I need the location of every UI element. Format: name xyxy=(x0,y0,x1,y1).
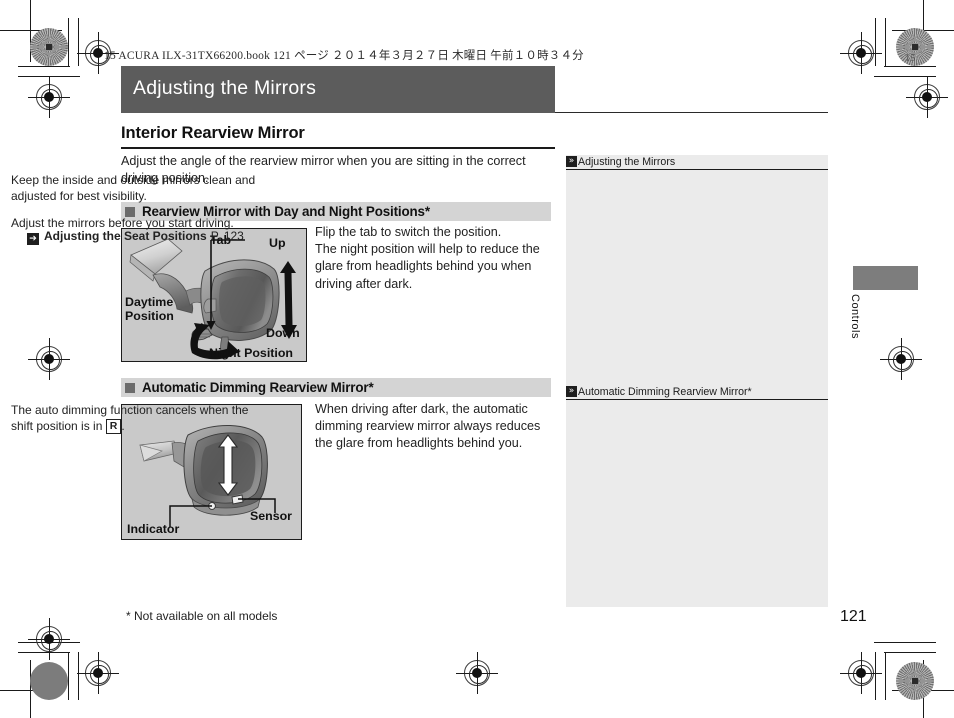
registration-mark-bottom-right xyxy=(840,652,882,694)
side-note-text-after: . xyxy=(121,419,125,434)
side-note-heading-adjusting-mirrors: » Adjusting the Mirrors xyxy=(566,155,828,168)
subsection-heading-label: Automatic Dimming Rearview Mirror* xyxy=(142,380,374,395)
page-number: 121 xyxy=(840,608,867,625)
chapter-title-bar: Adjusting the Mirrors xyxy=(121,66,555,113)
chapter-title-rule xyxy=(555,112,828,113)
registration-mark-bottom-center-2 xyxy=(456,652,498,694)
figure-label-night-position: Night Position xyxy=(209,346,293,360)
print-slug-corner-number: 15 xyxy=(905,53,916,64)
page-title: Interior Rearview Mirror xyxy=(121,124,305,142)
double-chevron-icon: » xyxy=(566,386,577,397)
arrow-right-icon: ➔ xyxy=(27,233,39,245)
side-note-heading-label: Adjusting the Mirrors xyxy=(578,155,676,168)
side-note-paragraph-auto-dimming: The auto dimming function cancels when t… xyxy=(11,402,261,435)
side-note-cross-reference[interactable]: ➔ Adjusting the Seat Positions P. 123 xyxy=(11,228,261,245)
side-note-text-before: The auto dimming function cancels when t… xyxy=(11,403,249,434)
figure-label-indicator: Indicator xyxy=(127,522,180,536)
page-title-rule xyxy=(121,147,555,149)
chapter-thumb-tab xyxy=(853,266,918,290)
registration-mark-right-middle xyxy=(880,338,922,380)
figure-rearview-mirror-day-night: Tab Up Down Daytime Position Night Posit… xyxy=(121,228,307,362)
cross-reference-label: Adjusting the Seat Positions xyxy=(44,229,207,243)
registration-mark-top-left xyxy=(28,76,70,118)
double-chevron-icon: » xyxy=(566,156,577,167)
shift-position-r-badge: R xyxy=(105,419,122,435)
registration-mark-right-upper xyxy=(906,76,948,118)
body-text-day-night: Flip the tab to switch the position. The… xyxy=(315,225,540,291)
chapter-title: Adjusting the Mirrors xyxy=(133,77,317,99)
body-text-auto-dimming: When driving after dark, the automatic d… xyxy=(315,402,541,451)
side-note-paragraph-1: Keep the inside and outside mirrors clea… xyxy=(11,173,256,204)
registration-mark-bottom-left xyxy=(28,618,70,660)
side-note-rule xyxy=(566,169,828,171)
side-note-rule xyxy=(566,399,828,401)
side-note-heading-auto-dimming: » Automatic Dimming Rearview Mirror* xyxy=(566,385,828,398)
figure-label-down: Down xyxy=(266,326,300,340)
registration-mark-top-right xyxy=(840,32,882,74)
side-note-heading-label: Automatic Dimming Rearview Mirror* xyxy=(578,385,752,398)
side-notes-panel xyxy=(566,155,828,607)
figure-label-daytime-position-line2: Position xyxy=(125,309,174,323)
registration-mark-left-middle xyxy=(28,338,70,380)
subsection-heading-auto-dimming: Automatic Dimming Rearview Mirror* xyxy=(121,378,551,397)
chapter-thumb-tab-label: Controls xyxy=(849,294,861,339)
figure-label-daytime-position-line1: Daytime xyxy=(125,295,174,309)
cross-reference-page: P. 123 xyxy=(210,229,244,243)
square-bullet-icon xyxy=(125,382,135,393)
manual-page: 15 ACURA ILX-31TX66200.book 121 ページ ２０１４… xyxy=(0,0,954,718)
color-calibration-patch xyxy=(896,662,934,700)
figure-label-sensor: Sensor xyxy=(250,509,293,523)
print-slug-line: 15 ACURA ILX-31TX66200.book 121 ページ ２０１４… xyxy=(104,50,584,62)
figure-label-up: Up xyxy=(269,236,286,250)
density-patch xyxy=(30,662,68,700)
footnote-not-available: * Not available on all models xyxy=(126,609,278,623)
color-calibration-patch xyxy=(30,28,68,66)
registration-mark-bottom-center xyxy=(77,652,119,694)
